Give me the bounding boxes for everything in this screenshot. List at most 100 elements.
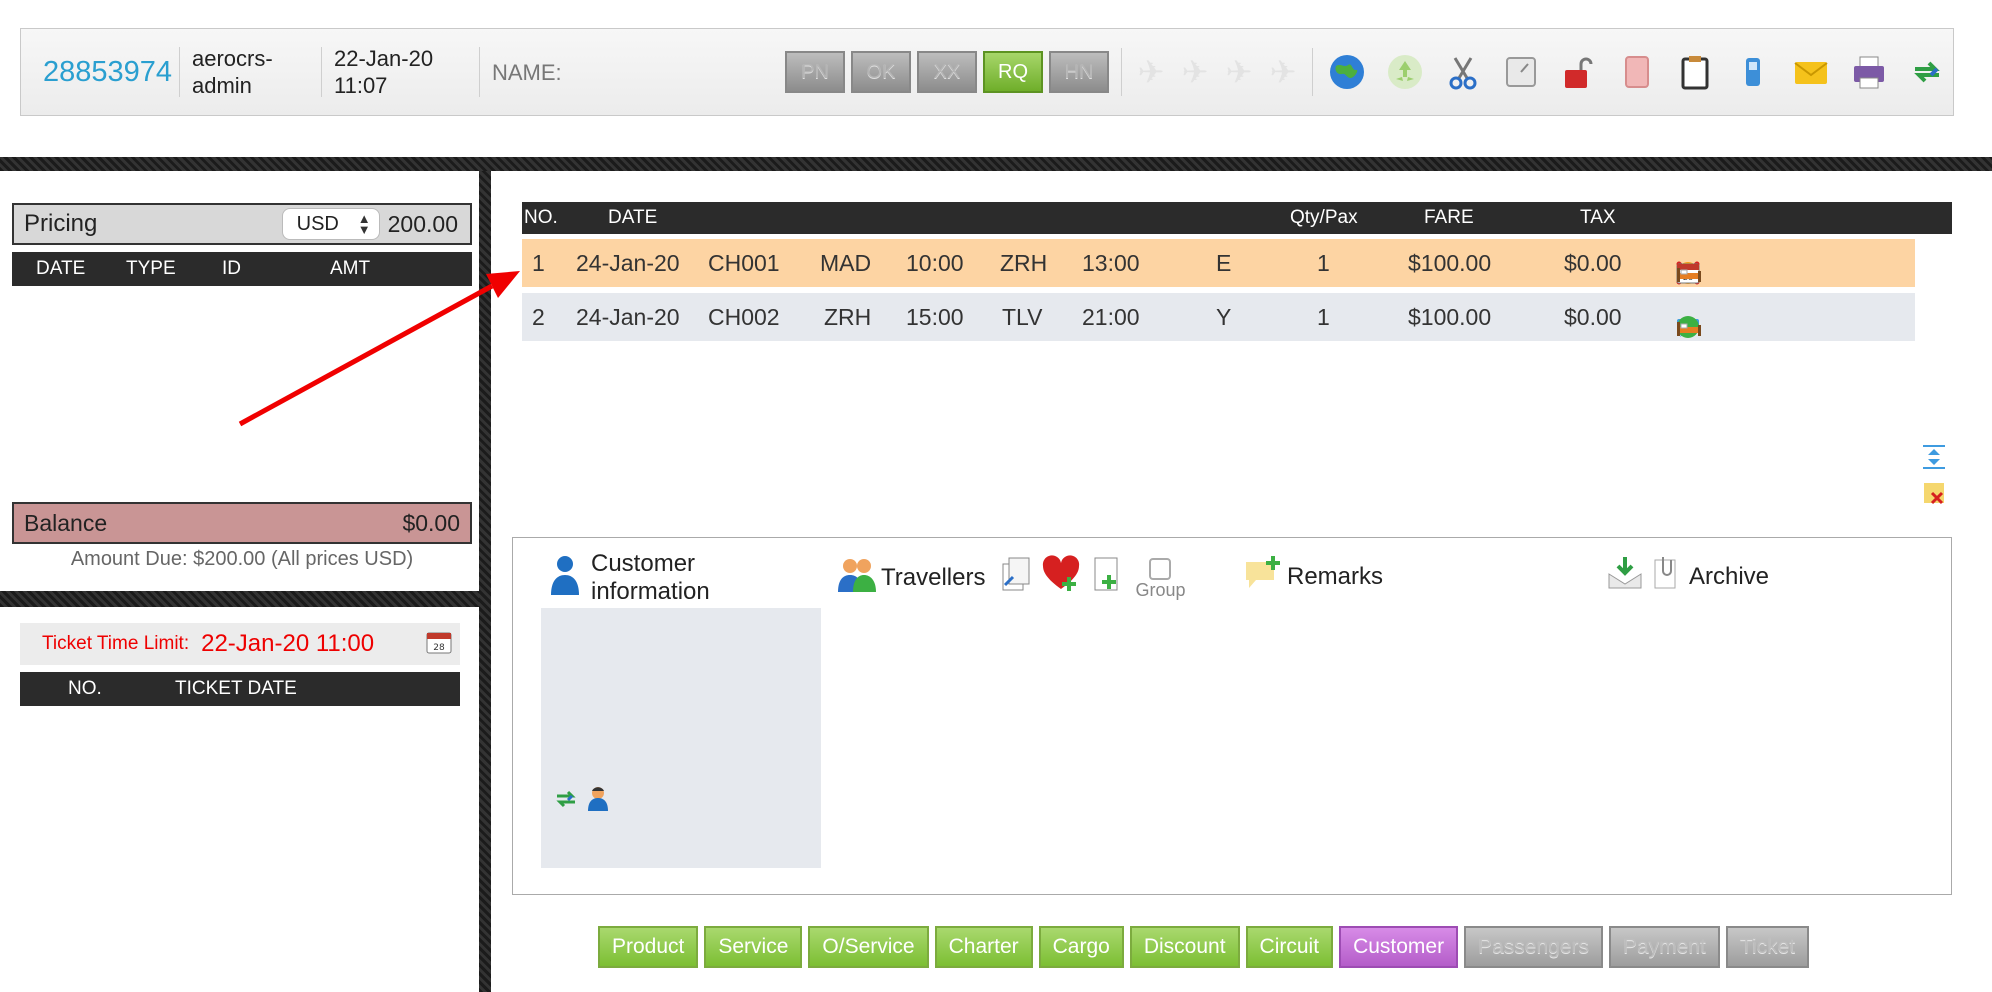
segment-fare: $100.00 [1408,304,1492,330]
booking-header: 28853974 aerocrs-admin 22-Jan-20 11:07 NA… [20,28,1954,116]
group-checkbox-input[interactable] [1149,558,1172,580]
recycle-icon[interactable] [1383,50,1427,94]
segment-flight[interactable]: CH001 [708,250,780,277]
status-rq-button[interactable]: RQ [983,51,1043,93]
tab-passengers[interactable]: Passengers [1464,926,1603,968]
segments-table-header: NO. DATE Qty/Pax FARE TAX [522,202,1952,234]
vertical-splitter[interactable] [479,171,491,992]
phone-icon[interactable] [1731,50,1775,94]
left-panel-divider [0,591,479,607]
travellers-tab[interactable]: Travellers Group [835,554,1186,601]
globe-icon[interactable] [1325,50,1369,94]
col-no: NO. [68,678,102,699]
segment-row[interactable]: 2 24-Jan-20 CH002 ZRH 15:00 TLV 21:00 Y … [522,293,1915,341]
col-fare: FARE [1424,207,1474,228]
customer-section: Customer information Travellers Group Re… [512,537,1952,895]
segment-tax: $0.00 [1564,250,1622,276]
archive-tab[interactable]: Archive [1605,554,1769,599]
segment-origin: MAD [820,250,872,276]
segment-departure: 10:00 [906,250,964,276]
add-document-icon[interactable] [1089,555,1123,600]
tab-discount[interactable]: Discount [1129,926,1240,968]
booking-tabs: Product Service O/Service Charter Cargo … [598,926,1810,968]
plane-icon[interactable]: ✈ [1134,54,1168,90]
status-pn-button[interactable]: PN [785,51,845,93]
unlock-icon[interactable] [1557,50,1601,94]
tab-charter[interactable]: Charter [934,926,1033,968]
add-health-icon[interactable] [1041,555,1081,600]
clock-icon[interactable] [1499,50,1543,94]
col-amt: AMT [330,258,371,279]
sync-icon[interactable] [1905,50,1949,94]
status-ok-button[interactable]: OK [851,51,911,93]
segment-class: E [1216,250,1232,276]
segment-tax: $0.00 [1564,304,1622,330]
segment-flight[interactable]: CH002 [708,304,780,331]
col-date: DATE [36,258,86,279]
tab-customer[interactable]: Customer [1339,926,1459,968]
col-tax: TAX [1580,207,1616,228]
tab-service[interactable]: Service [704,926,803,968]
customer-information-tab[interactable]: Customer information [547,550,710,606]
header-divider [1312,48,1313,96]
header-divider [1121,48,1122,96]
status-hn-button[interactable]: HN [1049,51,1109,93]
col-no: NO. [524,207,558,228]
plane-icon[interactable]: ✈ [1178,54,1212,90]
ticket-time-limit-value: 22-Jan-20 11:00 [201,630,375,657]
email-icon[interactable] [1789,50,1833,94]
amount-due-text: Amount Due: $200.00 (All prices USD) [70,548,414,570]
section-divider-band [0,157,1992,171]
remarks-label: Remarks [1287,562,1384,590]
svg-text:28: 28 [433,643,445,653]
segment-departure: 15:00 [906,304,964,330]
select-arrows-icon: ▲ ▼ [357,211,371,237]
pricing-label: Pricing [24,210,98,237]
segment-qty: 1 [1317,304,1330,330]
hotel-bed-icon[interactable] [1674,313,1704,347]
group-label: Group [1135,580,1186,600]
remarks-tab[interactable]: Remarks [1243,554,1383,599]
pnr-number[interactable]: 28853974 [43,56,172,89]
segment-origin: ZRH [824,304,872,330]
user-icon [547,553,583,604]
balance-value: $0.00 [402,509,460,536]
hotel-bed-icon[interactable] [1674,259,1704,293]
tab-circuit[interactable]: Circuit [1245,926,1334,968]
attachment-icon [1651,554,1681,599]
tab-o-service[interactable]: O/Service [808,926,929,968]
ticket-table-header: NO. TICKET DATE [20,672,460,706]
calculator-icon[interactable] [1615,50,1659,94]
currency-select[interactable]: USD ▲ ▼ [281,208,380,240]
expand-collapse-icon[interactable] [1920,443,1948,471]
currency-value: USD [296,212,339,235]
tab-cargo[interactable]: Cargo [1038,926,1124,968]
status-buttons: PN OK XX RQ HN [785,51,1109,93]
group-checkbox[interactable]: Group [1135,558,1186,601]
plane-icon[interactable]: ✈ [1222,54,1256,90]
segment-destination: TLV [1002,304,1043,330]
segment-arrival: 13:00 [1082,250,1140,276]
toolbar [1325,50,1949,94]
clear-segments-icon[interactable] [1920,479,1948,507]
passenger-name-label: NAME: [479,47,779,97]
agent-user-icon[interactable] [585,784,611,817]
travellers-icon [835,554,879,601]
inbox-download-icon [1605,554,1645,599]
tab-ticket[interactable]: Ticket [1725,926,1810,968]
tab-payment[interactable]: Payment [1609,926,1720,968]
printer-icon[interactable] [1847,50,1891,94]
col-type: TYPE [126,258,176,279]
segment-row[interactable]: 1 24-Jan-20 CH001 MAD 10:00 ZRH 13:00 E … [522,239,1915,287]
scissors-icon[interactable] [1441,50,1485,94]
clipboard-icon[interactable] [1673,50,1717,94]
booking-datetime: 22-Jan-20 11:07 [321,46,479,98]
swap-icon[interactable] [553,786,579,817]
calendar-icon[interactable]: 28 [426,630,452,659]
plane-icon[interactable]: ✈ [1266,54,1300,90]
segment-no: 1 [532,250,545,276]
segment-destination: ZRH [1000,250,1048,276]
copy-documents-icon[interactable] [999,555,1033,600]
status-xx-button[interactable]: XX [917,51,977,93]
tab-product[interactable]: Product [598,926,699,968]
